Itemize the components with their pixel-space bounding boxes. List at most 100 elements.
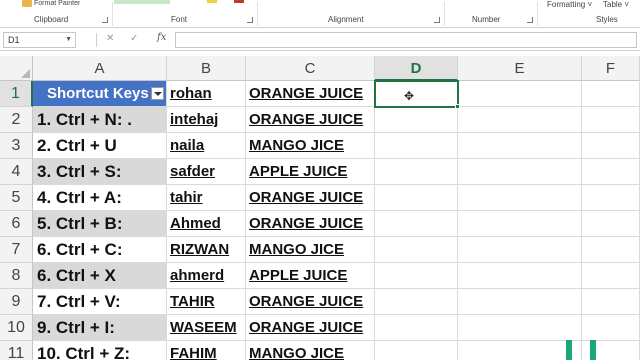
row-header[interactable]: 11 (0, 341, 33, 360)
cell-e[interactable] (458, 133, 582, 159)
cell-d[interactable] (375, 159, 458, 185)
font-color-icon[interactable] (234, 0, 244, 3)
cell-e[interactable] (458, 289, 582, 315)
cell-b[interactable]: tahir (167, 185, 246, 211)
row-header[interactable]: 5 (0, 185, 33, 211)
cell-a[interactable]: 6. Ctrl + C: (33, 237, 167, 263)
cell-e[interactable] (458, 341, 582, 360)
cell-d[interactable] (375, 133, 458, 159)
cell-f[interactable] (582, 81, 640, 107)
fill-handle[interactable] (455, 104, 460, 109)
cell-f[interactable] (582, 315, 640, 341)
cell-f[interactable] (582, 211, 640, 237)
cell-c[interactable]: ORANGE JUICE (246, 211, 375, 237)
column-header-b[interactable]: B (167, 56, 246, 81)
cell-d[interactable] (375, 289, 458, 315)
cell-b[interactable]: TAHIR (167, 289, 246, 315)
cell-f[interactable] (582, 159, 640, 185)
cell-d[interactable] (375, 315, 458, 341)
font-launcher-icon[interactable] (247, 17, 253, 23)
row-header[interactable]: 6 (0, 211, 33, 237)
cell-c[interactable]: APPLE JUICE (246, 263, 375, 289)
cell-c[interactable]: ORANGE JUICE (246, 107, 375, 133)
cell-e[interactable] (458, 159, 582, 185)
format-painter-button[interactable]: Format Painter (34, 0, 80, 7)
cell-a[interactable]: 2. Ctrl + U (33, 133, 167, 159)
column-header-a[interactable]: A (33, 56, 167, 81)
cell-d[interactable] (375, 341, 458, 360)
cell-b[interactable]: WASEEM (167, 315, 246, 341)
row-header[interactable]: 7 (0, 237, 33, 263)
format-painter-icon[interactable] (22, 0, 32, 7)
cell-c[interactable]: MANGO JICE (246, 237, 375, 263)
cell-a[interactable]: 4. Ctrl + A: (33, 185, 167, 211)
cell-f[interactable] (582, 133, 640, 159)
filter-dropdown-icon[interactable] (151, 87, 164, 100)
highlight-color-icon[interactable] (207, 0, 217, 3)
formula-input[interactable] (175, 32, 637, 48)
cell-f[interactable] (582, 263, 640, 289)
cell-a[interactable]: 10. Ctrl + Z: (33, 341, 167, 360)
name-box-dropdown-icon[interactable]: ▼ (65, 36, 72, 43)
cell-a[interactable]: 3. Ctrl + S: (33, 159, 167, 185)
cell-d[interactable] (375, 263, 458, 289)
insert-function-icon[interactable]: fx (157, 32, 166, 43)
clipboard-launcher-icon[interactable] (102, 17, 108, 23)
row-header[interactable]: 9 (0, 289, 33, 315)
row-header[interactable]: 4 (0, 159, 33, 185)
format-as-table-button[interactable]: Table ˅ (603, 0, 629, 9)
cell-a[interactable]: Shortcut Keys (33, 81, 167, 107)
cell-b[interactable]: rohan (167, 81, 246, 107)
cancel-icon[interactable]: ✕ (106, 33, 114, 44)
cell-b[interactable]: intehaj (167, 107, 246, 133)
cell-f[interactable] (582, 237, 640, 263)
cell-e[interactable] (458, 185, 582, 211)
cell-e[interactable] (458, 81, 582, 107)
cell-e[interactable] (458, 237, 582, 263)
row-header[interactable]: 10 (0, 315, 33, 341)
row-header[interactable]: 3 (0, 133, 33, 159)
cell-d[interactable] (375, 185, 458, 211)
cell-a[interactable]: 1. Ctrl + N: . (33, 107, 167, 133)
cell-e[interactable] (458, 107, 582, 133)
number-launcher-icon[interactable] (527, 17, 533, 23)
cell-f[interactable] (582, 185, 640, 211)
cell-c[interactable]: ORANGE JUICE (246, 81, 375, 107)
cell-c[interactable]: ORANGE JUICE (246, 315, 375, 341)
column-header-f[interactable]: F (582, 56, 640, 81)
cell-b[interactable]: safder (167, 159, 246, 185)
row-header[interactable]: 2 (0, 107, 33, 133)
column-header-d[interactable]: D (375, 56, 458, 81)
cell-a[interactable]: 9. Ctrl + I: (33, 315, 167, 341)
cell-e[interactable] (458, 315, 582, 341)
row-header[interactable]: 1 (0, 81, 33, 107)
cell-d[interactable] (375, 237, 458, 263)
cell-d[interactable] (375, 211, 458, 237)
alignment-launcher-icon[interactable] (434, 17, 440, 23)
cell-c[interactable]: ORANGE JUICE (246, 289, 375, 315)
select-all-button[interactable] (0, 56, 33, 81)
cell-b[interactable]: RIZWAN (167, 237, 246, 263)
cell-a[interactable]: 7. Ctrl + V: (33, 289, 167, 315)
cell-e[interactable] (458, 211, 582, 237)
cell-e[interactable] (458, 263, 582, 289)
cell-b[interactable]: ahmerd (167, 263, 246, 289)
cell-f[interactable] (582, 289, 640, 315)
cell-c[interactable]: ORANGE JUICE (246, 185, 375, 211)
cell-b[interactable]: Ahmed (167, 211, 246, 237)
cell-c[interactable]: MANGO JICE (246, 341, 375, 360)
cell-a[interactable]: 5. Ctrl + B: (33, 211, 167, 237)
column-header-c[interactable]: C (246, 56, 375, 81)
cell-f[interactable] (582, 107, 640, 133)
column-header-e[interactable]: E (458, 56, 582, 81)
name-box[interactable]: D1 ▼ (3, 32, 76, 48)
row-header[interactable]: 8 (0, 263, 33, 289)
cell-d[interactable] (375, 107, 458, 133)
enter-icon[interactable]: ✓ (130, 33, 138, 44)
cell-c[interactable]: APPLE JUICE (246, 159, 375, 185)
cell-a[interactable]: 6. Ctrl + X (33, 263, 167, 289)
cell-b[interactable]: FAHIM (167, 341, 246, 360)
cell-b[interactable]: naila (167, 133, 246, 159)
cell-c[interactable]: MANGO JICE (246, 133, 375, 159)
conditional-formatting-button[interactable]: Formatting ˅ (547, 0, 592, 9)
